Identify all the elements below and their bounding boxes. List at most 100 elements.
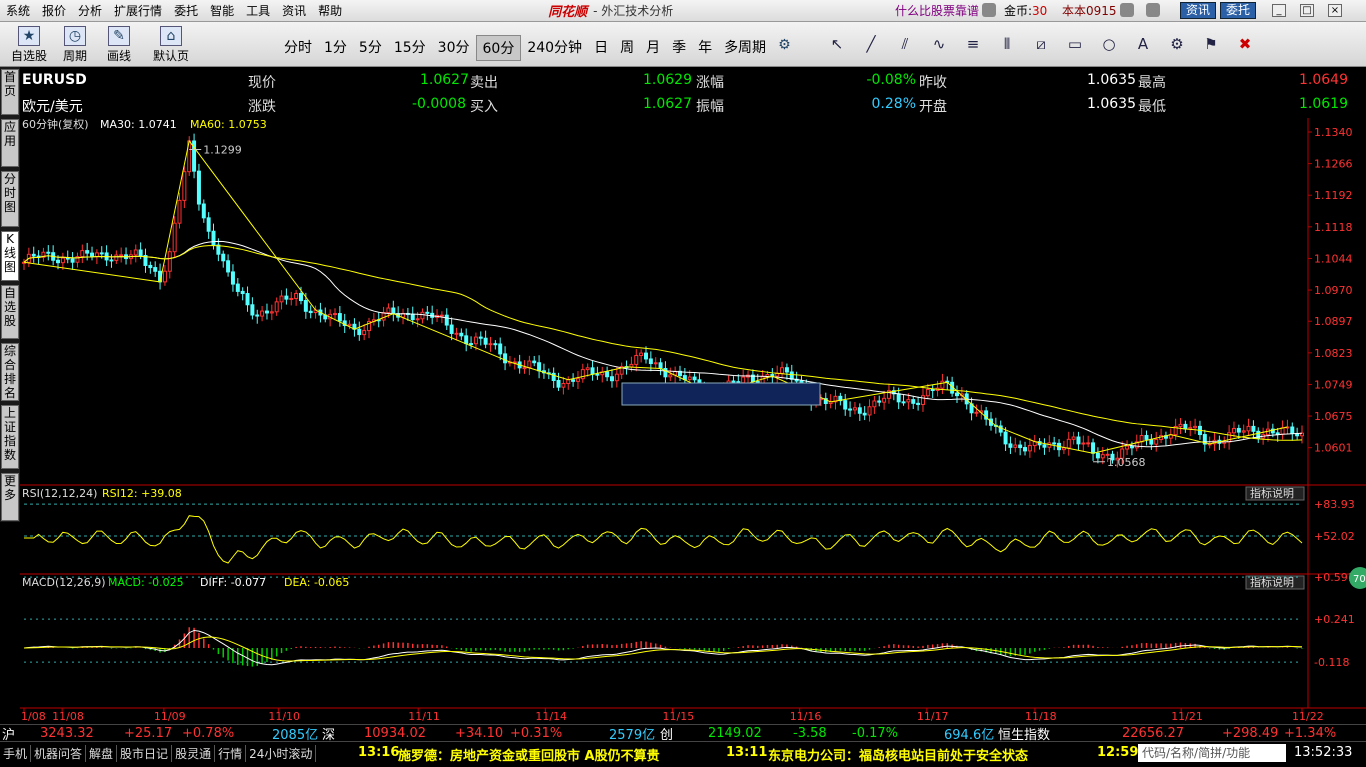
menu-news[interactable]: 资讯: [276, 2, 312, 19]
period-5m[interactable]: 5分: [353, 35, 388, 61]
candle-body: [692, 376, 697, 381]
cy-value[interactable]: 2149.02: [708, 726, 762, 741]
tab-ranking[interactable]: 综合排名: [1, 343, 19, 401]
menu-trade[interactable]: 委托: [168, 2, 204, 19]
value-amp: 0.28%: [871, 96, 916, 112]
candle-body: [1246, 425, 1251, 432]
candle-body: [1251, 425, 1256, 432]
default-page-button[interactable]: ⌂ 默认页: [148, 24, 194, 64]
tab-watchlist[interactable]: 自选股: [1, 285, 19, 339]
candle-body: [940, 380, 945, 389]
nav-analysis[interactable]: 解盘: [86, 745, 118, 762]
candle-body: [85, 250, 90, 254]
ytick-label: 1.1044: [1314, 252, 1353, 265]
period-year[interactable]: 年: [692, 35, 718, 61]
nav-diary[interactable]: 股市日记: [117, 745, 173, 762]
period-multi[interactable]: 多周期: [718, 35, 772, 61]
tab-home[interactable]: 首页: [1, 69, 19, 115]
label-price: 现价: [248, 75, 276, 91]
value-open: 1.0635: [1087, 96, 1136, 112]
news2-headline[interactable]: 东京电力公司：福岛核电站目前处于安全状态: [768, 745, 1028, 764]
candle-body: [1290, 426, 1295, 435]
cursor-icon[interactable]: ↖: [820, 35, 854, 53]
rect-tool-icon[interactable]: ▭: [1058, 35, 1092, 53]
news1-time: 13:16: [358, 745, 400, 760]
news1-headline[interactable]: 施罗德：房地产资金或重回股市 A股仍不算贵: [398, 745, 660, 764]
bars-tool-icon[interactable]: ⦀: [990, 35, 1024, 53]
text-tool-icon[interactable]: A: [1126, 35, 1160, 53]
candle-body: [221, 253, 226, 262]
candle-body: [1066, 438, 1071, 449]
maximize-icon[interactable]: □: [1300, 4, 1314, 17]
period-button[interactable]: ◷ 周期: [52, 24, 98, 64]
period-1m[interactable]: 1分: [318, 35, 353, 61]
delete-icon[interactable]: ✖: [1228, 35, 1262, 53]
period-day[interactable]: 日: [588, 35, 614, 61]
menu-tools[interactable]: 工具: [240, 2, 276, 19]
menu-system[interactable]: 系统: [0, 2, 36, 19]
candle-body: [503, 353, 508, 364]
candle-body: [410, 313, 415, 321]
nav-stock-genius[interactable]: 股灵通: [172, 745, 216, 762]
minimize-icon[interactable]: _: [1272, 4, 1286, 17]
menu-help[interactable]: 帮助: [312, 2, 348, 19]
menu-smart[interactable]: 智能: [204, 2, 240, 19]
period-week[interactable]: 周: [614, 35, 640, 61]
period-quarter[interactable]: 季: [666, 35, 692, 61]
parallel-tool-icon[interactable]: ⫽: [888, 35, 922, 53]
bookmark-icon[interactable]: ⚑: [1194, 35, 1228, 53]
ellipse-tool-icon[interactable]: ○: [1092, 35, 1126, 53]
menu-analysis[interactable]: 分析: [72, 2, 108, 19]
watchlist-button[interactable]: ★ 自选股: [6, 24, 52, 64]
bell-icon[interactable]: [1120, 3, 1134, 17]
label-open: 开盘: [919, 99, 947, 115]
line-tool-icon[interactable]: ╱: [854, 35, 888, 53]
menu-quote[interactable]: 报价: [36, 2, 72, 19]
nav-mobile[interactable]: 手机: [0, 745, 32, 762]
candle-body: [1071, 436, 1076, 440]
candle-body: [843, 400, 848, 410]
candle-body: [478, 336, 483, 339]
xtick-label: 11/16: [790, 710, 822, 722]
period-tick[interactable]: 分时: [278, 35, 318, 61]
kline-chart[interactable]: 60分钟(复权) MA30: 1.0741 MA60: 1.0753 1.134…: [20, 118, 1366, 722]
close-icon[interactable]: ×: [1328, 4, 1342, 17]
period-15m[interactable]: 15分: [388, 35, 432, 61]
drawn-rectangle[interactable]: [621, 382, 821, 406]
trade-button[interactable]: 委托: [1220, 2, 1257, 19]
nav-24h-rolling[interactable]: 24小时滚动: [246, 745, 317, 762]
news-button[interactable]: 资讯: [1180, 2, 1217, 19]
settings-gear-icon[interactable]: ⚙: [772, 35, 797, 61]
sh-value[interactable]: 3243.32: [40, 726, 94, 741]
candle-body: [916, 402, 921, 405]
search-input[interactable]: 代码/名称/简拼/功能: [1138, 744, 1286, 762]
ad-link[interactable]: 什么比股票靠谱: [895, 2, 979, 19]
channel-tool-icon[interactable]: ⧄: [1024, 35, 1058, 53]
sz-value[interactable]: 10934.02: [364, 726, 426, 741]
candle-body: [119, 254, 124, 257]
fib-tool-icon[interactable]: ≡: [956, 35, 990, 53]
shirt-icon[interactable]: [1146, 3, 1160, 17]
menu-extended[interactable]: 扩展行情: [108, 2, 168, 19]
tab-shanghai-index[interactable]: 上证指数: [1, 405, 19, 469]
wave-tool-icon[interactable]: ∿: [922, 35, 956, 53]
tab-more[interactable]: 更多: [1, 473, 19, 521]
hs-value[interactable]: 22656.27: [1122, 726, 1184, 741]
tab-kline[interactable]: K线图: [1, 231, 19, 281]
candle-body: [1042, 444, 1047, 448]
period-month[interactable]: 月: [640, 35, 666, 61]
draw-button[interactable]: ✎ 画线: [96, 24, 142, 64]
period-240m[interactable]: 240分钟: [521, 35, 588, 61]
nav-quotes[interactable]: 行情: [215, 745, 247, 762]
rsi-tick-label: +83.93: [1314, 498, 1355, 511]
tab-timeshare[interactable]: 分时图: [1, 171, 19, 227]
candle-body: [1081, 442, 1086, 445]
tool-settings-icon[interactable]: ⚙: [1160, 35, 1194, 53]
nav-robot-qa[interactable]: 机器问答: [31, 745, 87, 762]
period-30m[interactable]: 30分: [432, 35, 476, 61]
bottom-bar: 手机 机器问答 解盘 股市日记 股灵通 行情 24小时滚动 13:16 施罗德：房地产资金或…: [0, 741, 1366, 767]
sh-label: 沪: [2, 727, 16, 743]
period-60m[interactable]: 60分: [475, 35, 522, 61]
candle-body: [498, 343, 503, 355]
tab-apps[interactable]: 应用: [1, 119, 19, 167]
